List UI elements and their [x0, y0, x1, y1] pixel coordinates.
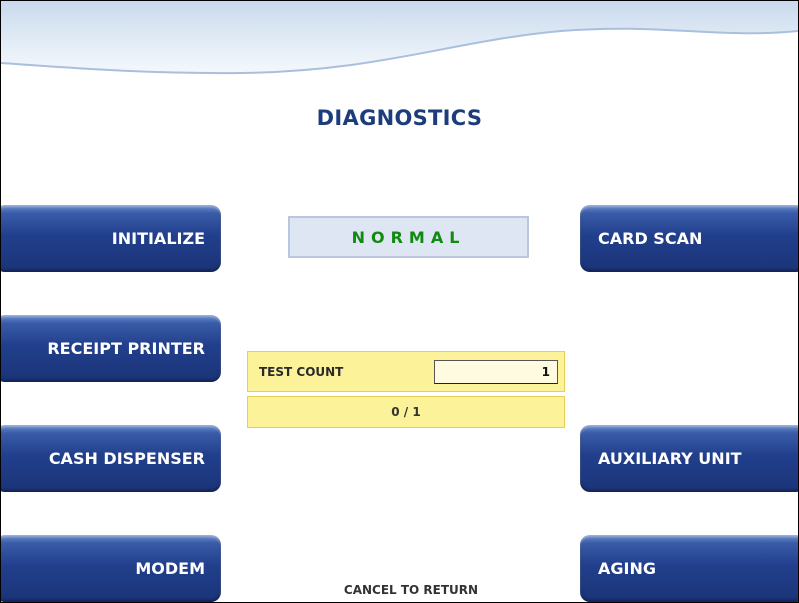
cancel-hint: CANCEL TO RETURN: [343, 583, 479, 597]
status-text: NORMAL: [351, 227, 466, 247]
modem-button[interactable]: MODEM: [1, 535, 221, 602]
aging-button[interactable]: AGING: [580, 535, 798, 602]
cash-dispenser-button[interactable]: CASH DISPENSER: [1, 425, 221, 492]
atm-screen: DIAGNOSTICS INITIALIZE RECEIPT PRINTER C…: [0, 0, 799, 603]
test-count-label: TEST COUNT: [259, 365, 344, 379]
auxiliary-unit-label: AUXILIARY UNIT: [598, 449, 742, 468]
receipt-printer-button[interactable]: RECEIPT PRINTER: [1, 315, 221, 382]
status-indicator: NORMAL: [288, 216, 529, 258]
test-count-field[interactable]: 1: [434, 360, 558, 384]
modem-label: MODEM: [135, 559, 205, 578]
header-wave: [1, 1, 798, 75]
card-scan-label: CARD SCAN: [598, 229, 703, 248]
card-scan-button[interactable]: CARD SCAN: [580, 205, 798, 272]
auxiliary-unit-button[interactable]: AUXILIARY UNIT: [580, 425, 798, 492]
test-progress: 0 / 1: [247, 396, 565, 428]
page-title: DIAGNOSTICS: [316, 106, 483, 130]
cash-dispenser-label: CASH DISPENSER: [48, 449, 205, 468]
initialize-label: INITIALIZE: [111, 229, 205, 248]
test-count-panel: TEST COUNT 1: [247, 351, 565, 392]
initialize-button[interactable]: INITIALIZE: [1, 205, 221, 272]
receipt-printer-label: RECEIPT PRINTER: [47, 339, 205, 358]
aging-label: AGING: [598, 559, 656, 578]
